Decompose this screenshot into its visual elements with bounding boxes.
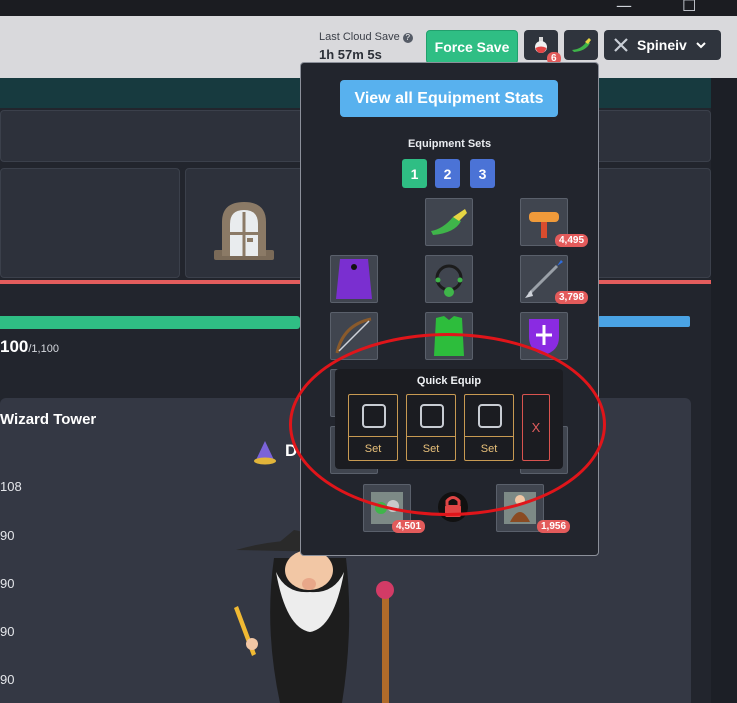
purple-cape-icon	[336, 259, 372, 299]
help-icon[interactable]: ?	[402, 33, 413, 43]
equipment-sets-label: Equipment Sets	[407, 138, 492, 150]
cloud-save-label: Last Cloud Save ?	[319, 31, 413, 43]
equipment-set-3-button[interactable]: 3	[470, 159, 495, 188]
equipment-set-2-button[interactable]: 2	[435, 159, 460, 188]
chevron-down-icon	[696, 42, 706, 49]
tower-value: 90	[0, 624, 15, 639]
hp-bar	[0, 316, 300, 329]
hp-readout: 100/1,100	[0, 337, 59, 356]
crossed-swords-icon	[614, 38, 628, 52]
maximize-button[interactable]: ☐	[682, 0, 696, 15]
username: Spineiv	[637, 37, 687, 53]
highlight-circle	[289, 333, 606, 516]
cloud-save-time: 1h 57m 5s	[319, 47, 382, 62]
boots-button[interactable]	[564, 30, 598, 60]
skill-card-left[interactable]	[0, 168, 180, 278]
view-equipment-stats-button[interactable]: View all Equipment Stats	[340, 80, 558, 117]
minimize-button[interactable]: —	[616, 0, 632, 15]
force-save-button[interactable]: Force Save	[426, 30, 518, 64]
green-hat-icon	[431, 209, 467, 235]
food-count-badge: 1,956	[537, 520, 571, 533]
tower-value: 90	[0, 528, 15, 543]
boots-icon	[572, 38, 591, 52]
wizard-tower-title: Wizard Tower	[0, 411, 97, 428]
amulet-icon	[435, 264, 463, 297]
amulet-slot[interactable]	[425, 255, 473, 303]
scroll-gutter	[711, 78, 737, 703]
helmet-slot[interactable]	[425, 198, 473, 246]
cape-slot[interactable]	[330, 255, 378, 303]
pickaxe-count-badge: 4,495	[555, 234, 589, 247]
equipment-set-1-button[interactable]: 1	[402, 159, 427, 188]
tower-value: 108	[0, 479, 22, 494]
tower-value: 90	[0, 576, 15, 591]
arrows-count-badge: 3,798	[555, 291, 589, 304]
food-count-badge: 4,501	[392, 520, 426, 533]
dungeon-door-icon	[214, 202, 274, 260]
potion-icon	[535, 37, 547, 53]
user-menu-button[interactable]: Spineiv	[604, 30, 721, 60]
mana-bar	[598, 316, 690, 327]
tower-value: 90	[0, 672, 15, 687]
wizard-hat-icon	[254, 441, 276, 465]
